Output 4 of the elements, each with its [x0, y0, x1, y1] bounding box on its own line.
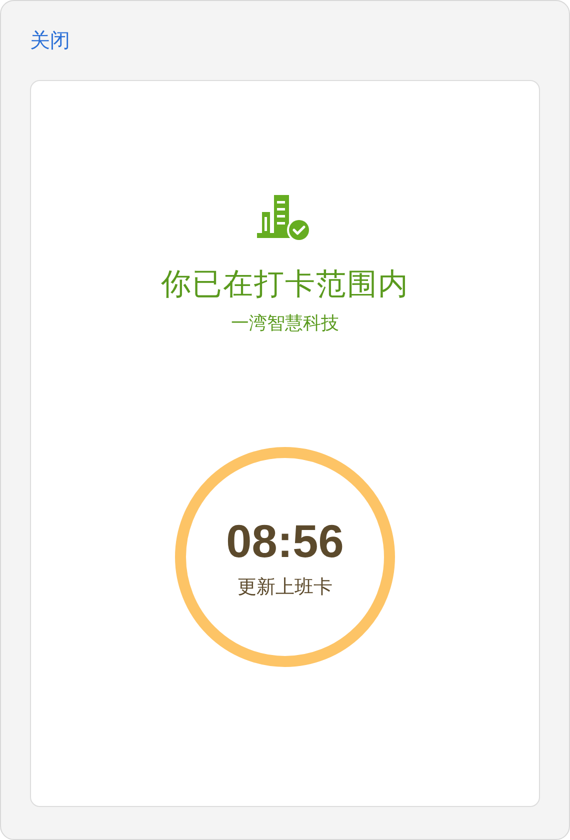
close-link[interactable]: 关闭 [30, 25, 70, 55]
status-title: 你已在打卡范围内 [161, 266, 409, 304]
company-name: 一湾智慧科技 [231, 312, 339, 336]
punch-button[interactable]: 08:56 更新上班卡 [175, 447, 395, 667]
